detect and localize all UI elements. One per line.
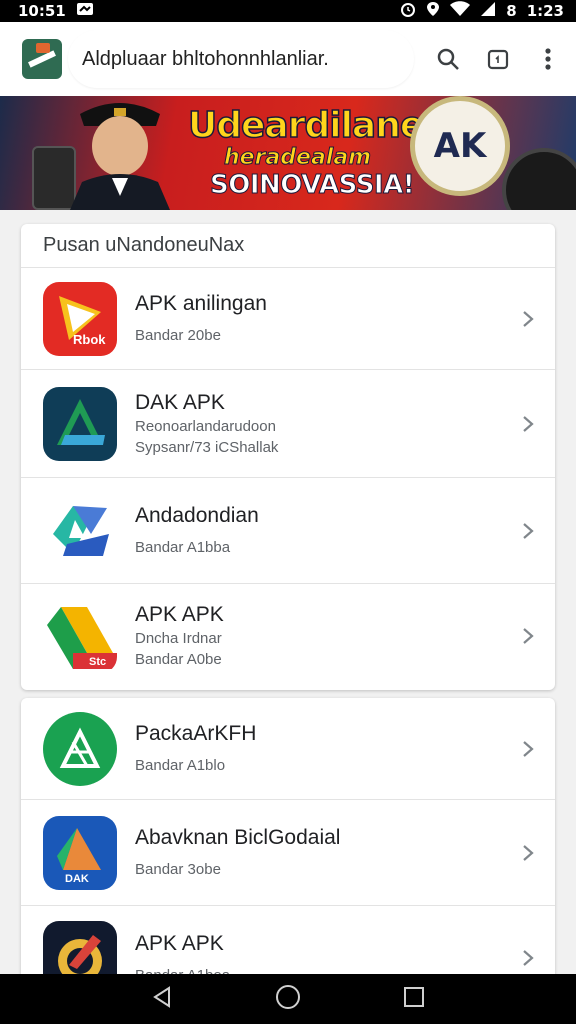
alarm-icon	[400, 1, 416, 21]
app-title: PackaArKFH	[135, 722, 257, 745]
app-logo[interactable]	[22, 39, 62, 79]
app-subtitle: Bandar A1blo	[135, 757, 226, 774]
banner-title: Udeardilanen	[187, 105, 449, 147]
chevron-right-icon	[523, 310, 534, 327]
app-icon-rbok: Rbok	[43, 281, 117, 356]
notification-icon	[76, 2, 94, 20]
app-subtitle: Bandar 3obe	[135, 861, 221, 878]
app-subtitle-2: Sypsanr/73 iCShallak	[135, 438, 279, 456]
app-title: APK anilingan	[135, 292, 267, 315]
status-time: 10:51	[18, 2, 66, 20]
chevron-right-icon	[523, 950, 534, 966]
wifi-icon	[450, 1, 471, 21]
status-signal-text: 1:23	[526, 2, 564, 20]
svg-text:Rbok: Rbok	[73, 332, 106, 347]
app-icon-abavknan: DAK	[43, 815, 117, 890]
promo-banner[interactable]: Udeardilanen heradealam SOINOVASSIA! AK	[0, 96, 576, 210]
app-title: Abavknan BiclGodaial	[135, 826, 341, 849]
chevron-right-icon	[523, 415, 534, 432]
app-subtitle-2: Bandar A0be	[135, 651, 222, 668]
list-item[interactable]: DAK Abavknan BiclGodaial Bandar 3obe	[21, 800, 555, 906]
list-item[interactable]: DAK APK Reonoarlandarudoon Sypsanr/73 iC…	[21, 370, 555, 478]
list-item[interactable]: PackaArKFH Bandar A1blo	[21, 698, 555, 800]
home-icon[interactable]	[275, 984, 301, 1015]
app-subtitle: Dncha Irdnar	[135, 630, 222, 647]
svg-text:Stc: Stc	[89, 656, 106, 668]
status-bar: 10:51 8 1:23	[0, 0, 576, 22]
app-subtitle: Bandar A1bba	[135, 539, 231, 556]
chevron-right-icon	[523, 522, 534, 539]
banner-badge: AK	[410, 96, 510, 196]
chevron-right-icon	[523, 628, 534, 644]
chevron-right-icon	[523, 844, 534, 861]
app-icon-andadondian	[43, 494, 117, 568]
search-bar-text: Aldpluaar bhltohonnhlanliar.	[82, 47, 329, 70]
app-subtitle: Bandar 20be	[135, 327, 221, 344]
system-nav-bar	[0, 974, 576, 1024]
app-icon-packa	[43, 711, 117, 786]
app-icon-dak	[43, 386, 117, 461]
svg-text:DAK: DAK	[65, 873, 89, 885]
person-image	[70, 103, 170, 210]
chevron-right-icon	[523, 740, 534, 757]
app-title: Andadondian	[135, 504, 259, 527]
back-icon[interactable]	[151, 985, 173, 1014]
signal-icon	[480, 1, 496, 21]
search-bar[interactable]: Aldpluaar bhltohonnhlanliar.	[68, 30, 414, 88]
banner-tagline: SOINOVASSIA!	[210, 170, 416, 201]
list-item[interactable]: Stc APK APK Dncha Irdnar Bandar A0be	[21, 584, 555, 688]
tab-icon[interactable]	[484, 45, 512, 73]
recents-icon[interactable]	[403, 986, 425, 1013]
section-title: Pusan uNandoneuNax	[21, 224, 555, 268]
app-subtitle: Reonoarlandarudoon	[135, 417, 276, 435]
apk-list-card-2: PackaArKFH Bandar A1blo DAK Abavknan Bic…	[21, 698, 555, 988]
list-item[interactable]: Rbok APK anilingan Bandar 20be	[21, 268, 555, 370]
app-title: DAK APK	[135, 390, 225, 414]
app-icon-stc: Stc	[43, 599, 117, 673]
gauge-image	[502, 148, 576, 210]
app-title: APK APK	[135, 931, 224, 955]
location-icon	[426, 1, 440, 21]
search-icon[interactable]	[434, 45, 462, 73]
more-vert-icon[interactable]	[534, 45, 562, 73]
app-title: APK APK	[135, 603, 224, 626]
apk-list-card: Pusan uNandoneuNax Rbok APK anilingan Ba…	[21, 224, 555, 690]
list-item[interactable]: Andadondian Bandar A1bba	[21, 478, 555, 584]
battery-level: 8	[506, 2, 517, 20]
app-bar: Aldpluaar bhltohonnhlanliar.	[0, 22, 576, 96]
